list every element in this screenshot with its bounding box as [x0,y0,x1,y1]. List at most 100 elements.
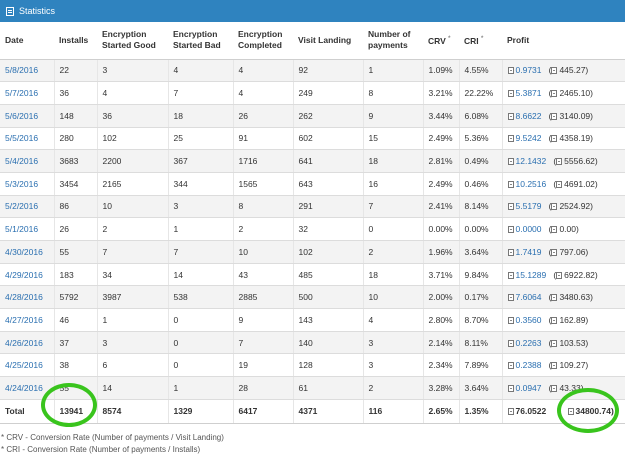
date-link[interactable]: 5/1/2016 [5,224,38,234]
profit-link[interactable]: 15.1289 [516,270,547,280]
document-icon [6,6,14,16]
date-link[interactable]: 4/30/2016 [5,247,43,257]
profit-link[interactable]: 0.2263 [516,338,542,348]
date-link[interactable]: 5/8/2016 [5,65,38,75]
currency-icon [507,203,514,211]
profit-link[interactable]: 12.1432 [516,156,547,166]
cell-date[interactable]: 5/5/2016 [0,127,54,151]
profit-secondary: 4358.19) [559,133,593,144]
profit-link[interactable]: 10.2516 [516,179,547,189]
cell-payments: 18 [362,149,423,173]
cell-enc-good: 14 [96,376,168,400]
cell-visit-landing: 485 [292,263,363,287]
cell-crv: 3.28% [422,376,459,400]
cell-crv: 2.81% [422,149,459,173]
cell-enc-good: 36 [96,104,168,128]
profit-secondary: 2524.92) [559,201,593,212]
cell-date[interactable]: 4/26/2016 [0,331,54,355]
currency-icon [507,180,514,188]
profit-link[interactable]: 9.5242 [516,133,542,143]
cell-cri: 8.14% [458,195,502,219]
currency-icon [556,180,563,188]
cell-payments: 8 [362,81,423,105]
profit-link[interactable]: 1.7419 [516,247,542,257]
currency-icon [551,135,558,143]
cell-date[interactable]: 5/1/2016 [0,217,54,241]
cell-enc-completed: 1565 [232,172,293,196]
profit-link[interactable]: 0.3560 [516,315,542,325]
profit-link[interactable]: 8.6622 [516,111,542,121]
date-link[interactable]: 5/6/2016 [5,111,38,121]
cell-date[interactable]: 5/6/2016 [0,104,54,128]
currency-icon [507,408,514,416]
currency-icon [551,248,558,256]
cell-date[interactable]: 4/28/2016 [0,285,54,310]
currency-icon [507,226,514,234]
statistics-panel: Statistics Date Installs Encryption Star… [0,0,625,424]
currency-icon [507,384,514,392]
total-visit-landing: 4371 [292,399,363,424]
cell-installs: 22 [53,59,97,83]
date-link[interactable]: 5/2/2016 [5,201,38,211]
cell-date[interactable]: 5/8/2016 [0,59,54,83]
date-link[interactable]: 5/5/2016 [5,133,38,143]
cell-enc-completed: 7 [232,331,293,355]
cell-crv: 3.71% [422,263,459,287]
profit-secondary: 4691.02) [564,178,598,189]
total-enc-bad: 1329 [167,399,233,424]
cell-payments: 3 [362,353,423,378]
cell-payments: 2 [362,376,423,400]
cell-date[interactable]: 5/2/2016 [0,195,54,219]
cell-payments: 18 [362,263,423,287]
date-link[interactable]: 4/29/2016 [5,270,43,280]
profit-secondary: 109.27) [559,360,589,371]
date-link[interactable]: 5/3/2016 [5,179,38,189]
cell-payments: 7 [362,195,423,219]
date-link[interactable]: 4/24/2016 [5,383,43,393]
profit-link[interactable]: 0.9731 [516,65,542,75]
profit-link[interactable]: 0.0000 [516,224,542,234]
profit-link[interactable]: 0.0947 [516,383,542,393]
footnotes: * CRV - Conversion Rate (Number of payme… [0,432,224,456]
cell-date[interactable]: 4/25/2016 [0,353,54,378]
cell-date[interactable]: 5/7/2016 [0,81,54,105]
cell-enc-good: 3 [96,59,168,83]
profit-link[interactable]: 0.2388 [516,360,542,370]
cell-enc-bad: 18 [167,104,233,128]
cell-profit: 5.3871 (2465.10) [501,81,625,105]
table-row: 5/1/2016 26 2 1 2 32 0 0.00% 0.00% 0.0000 (0.00) [0,217,625,241]
date-link[interactable]: 4/27/2016 [5,315,43,325]
cell-cri: 3.64% [458,240,502,264]
date-link[interactable]: 4/26/2016 [5,338,43,348]
date-link[interactable]: 4/28/2016 [5,292,43,302]
cell-enc-completed: 2885 [232,285,293,310]
cell-installs: 3683 [53,149,97,173]
cell-date[interactable]: 5/3/2016 [0,172,54,196]
profit-link[interactable]: 7.6064 [516,292,542,302]
profit-link[interactable]: 5.3871 [516,88,542,98]
cell-profit: 0.3560 (162.89) [501,308,625,332]
cell-date[interactable]: 4/30/2016 [0,240,54,264]
cell-crv: 2.14% [422,331,459,355]
cell-date[interactable]: 4/27/2016 [0,308,54,332]
cell-date[interactable]: 5/4/2016 [0,149,54,173]
currency-icon [551,339,558,347]
profit-secondary: 162.89) [559,314,589,325]
cell-enc-completed: 4 [232,81,293,105]
cell-date[interactable]: 4/29/2016 [0,263,54,287]
date-link[interactable]: 5/7/2016 [5,88,38,98]
date-link[interactable]: 5/4/2016 [5,156,38,166]
table-row: 4/27/2016 46 1 0 9 143 4 2.80% 8.70% 0.3560 (162.… [0,308,625,332]
cell-cri: 8.11% [458,331,502,355]
profit-link[interactable]: 5.5179 [516,201,542,211]
cell-enc-good: 10 [96,195,168,219]
currency-icon [507,294,514,302]
cell-installs: 26 [53,217,97,241]
footnote-crv: * CRV - Conversion Rate (Number of payme… [1,433,224,442]
cell-enc-completed: 2 [232,217,293,241]
currency-icon [551,67,558,75]
cell-cri: 3.64% [458,376,502,400]
date-link[interactable]: 4/25/2016 [5,360,43,370]
cell-enc-bad: 0 [167,308,233,332]
cell-payments: 15 [362,127,423,151]
